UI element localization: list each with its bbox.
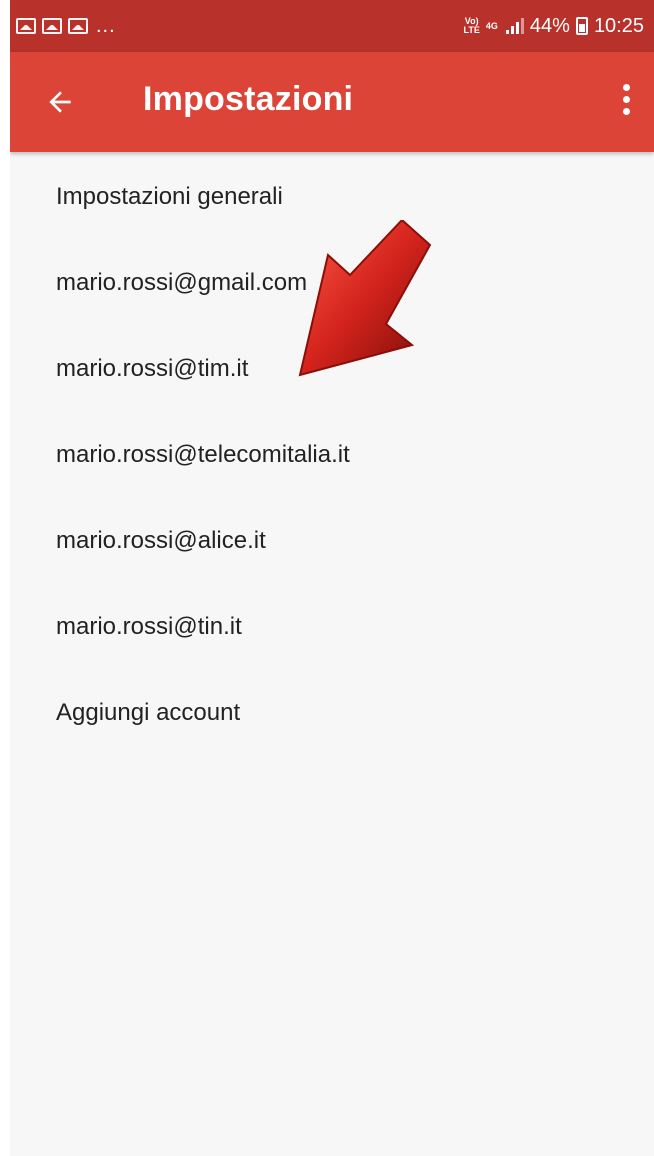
mail-icon xyxy=(42,18,62,34)
more-notifications: ... xyxy=(96,14,116,37)
list-item-account-tin[interactable]: mario.rossi@tin.it xyxy=(10,584,654,670)
app-bar: Impostazioni xyxy=(10,52,654,152)
settings-list: Impostazioni generali mario.rossi@gmail.… xyxy=(10,154,654,756)
battery-icon xyxy=(575,17,588,35)
battery-percent: 44% xyxy=(529,14,570,37)
phone-screen: ... Vo) LTE 4G 44% 10:25 Impostazioni Im… xyxy=(10,0,654,1156)
list-item-account-telecomitalia[interactable]: mario.rossi@telecomitalia.it xyxy=(10,412,654,498)
system-icons: Vo) LTE 4G 44% 10:25 xyxy=(464,15,644,38)
list-item-general-settings[interactable]: Impostazioni generali xyxy=(10,154,654,240)
list-item-account-alice[interactable]: mario.rossi@alice.it xyxy=(10,498,654,584)
list-item-account-tim[interactable]: mario.rossi@tim.it xyxy=(10,326,654,412)
status-bar: ... Vo) LTE 4G 44% 10:25 xyxy=(10,0,654,52)
page-title: Impostazioni xyxy=(143,80,354,118)
arrow-back-icon[interactable] xyxy=(44,86,76,118)
list-item-add-account[interactable]: Aggiungi account xyxy=(10,670,654,756)
more-vert-icon[interactable] xyxy=(622,84,632,120)
list-item-account-gmail[interactable]: mario.rossi@gmail.com xyxy=(10,240,654,326)
network-type: 4G xyxy=(485,20,498,31)
notification-icons: ... xyxy=(16,15,116,38)
signal-icon xyxy=(504,18,524,34)
clock: 10:25 xyxy=(593,14,644,37)
volte-icon: Vo) LTE xyxy=(463,16,480,35)
image-icon xyxy=(16,18,36,34)
mail-icon xyxy=(68,18,88,34)
